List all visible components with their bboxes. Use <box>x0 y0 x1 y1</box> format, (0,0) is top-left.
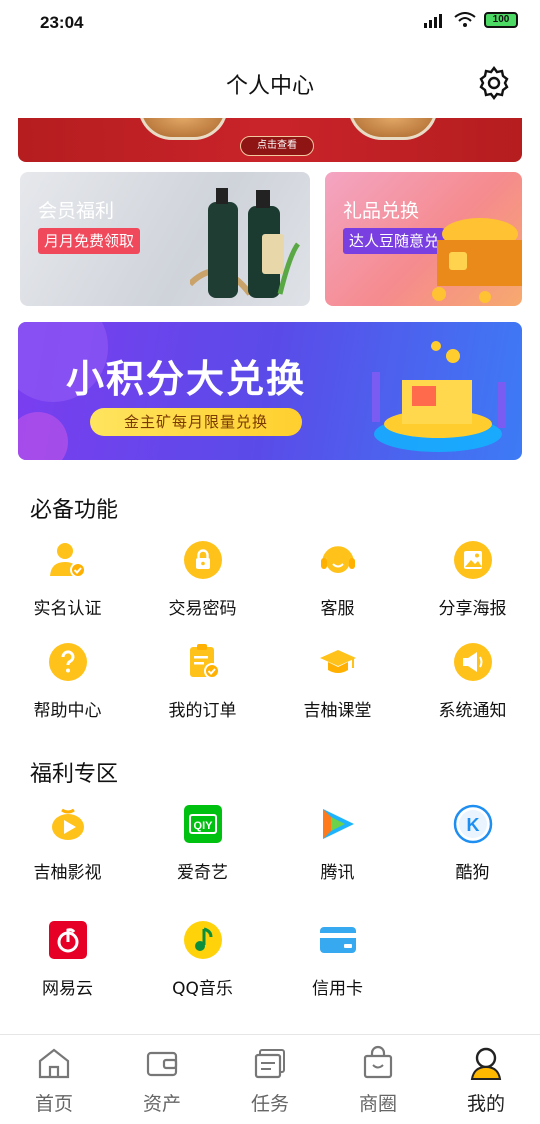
headset-icon <box>320 546 355 573</box>
battery-indicator: 100 <box>484 12 518 28</box>
kugou-icon: K <box>453 804 492 844</box>
welfare-label: 网易云 <box>42 979 93 999</box>
tab-assets[interactable]: 资产 <box>108 1045 216 1116</box>
welfare-label: QQ音乐 <box>172 979 233 999</box>
wifi-icon <box>454 12 476 27</box>
welfare-label: 信用卡 <box>312 979 363 999</box>
megaphone-icon <box>453 643 492 681</box>
tencent-video-icon <box>322 809 354 839</box>
feature-jiyou-class[interactable]: 吉柚课堂 <box>270 642 405 721</box>
feature-help-center[interactable]: 帮助中心 <box>0 642 135 721</box>
welfare-label: 腾讯 <box>320 863 355 883</box>
view-button[interactable]: 点击查看 <box>240 136 314 156</box>
feature-label: 实名认证 <box>33 599 102 619</box>
feature-system-notice[interactable]: 系统通知 <box>405 642 540 721</box>
page-title: 个人中心 <box>225 74 314 99</box>
status-bar: 23:04 100 <box>0 0 540 48</box>
graduation-cap-icon <box>319 650 356 673</box>
tasks-icon <box>254 1049 285 1079</box>
clipboard-icon <box>189 644 220 679</box>
nut-bowl-image <box>138 118 228 140</box>
treasure-chest-image <box>432 218 522 303</box>
feature-customer-service[interactable]: 客服 <box>270 540 405 619</box>
feature-label: 我的订单 <box>168 701 237 721</box>
svg-text:K: K <box>466 815 479 835</box>
tab-label: 商圈 <box>358 1093 397 1115</box>
gift-exchange-card[interactable]: 礼品兑换 达人豆随意兑 <box>325 172 522 306</box>
profile-icon <box>470 1047 502 1080</box>
shopping-bag-icon <box>363 1045 393 1079</box>
welfare-jiyou-video[interactable]: 吉柚影视 <box>0 804 135 883</box>
welfare-label: 爱奇艺 <box>177 863 228 883</box>
feature-label: 系统通知 <box>438 701 507 721</box>
feature-label: 分享海报 <box>438 599 507 619</box>
promo-subtitle-pill: 金主矿每月限量兑换 <box>90 408 302 436</box>
feature-label: 帮助中心 <box>33 701 102 721</box>
welfare-netease-music[interactable]: 网易云 <box>0 920 135 999</box>
decor-circle <box>18 412 68 460</box>
help-icon <box>48 643 87 681</box>
member-card-title: 会员福利 <box>38 200 115 222</box>
welfare-label: 酷狗 <box>455 863 490 883</box>
play-video-icon <box>51 808 84 840</box>
section-title-welfare: 福利专区 <box>30 762 119 787</box>
feature-share-poster[interactable]: 分享海报 <box>405 540 540 619</box>
feature-label: 客服 <box>320 599 355 619</box>
image-icon <box>453 541 492 579</box>
status-indicators: 100 <box>424 12 518 28</box>
shampoo-bottles-image <box>190 188 300 298</box>
settings-gear-icon[interactable] <box>476 65 512 101</box>
promo-title: 小积分大兑换 <box>66 357 307 401</box>
tab-label: 我的 <box>466 1093 505 1115</box>
welfare-credit-card[interactable]: 信用卡 <box>270 920 405 999</box>
tab-label: 资产 <box>142 1093 181 1115</box>
section-title-essentials: 必备功能 <box>30 498 119 523</box>
feature-trade-password[interactable]: 交易密码 <box>135 540 270 619</box>
iqiyi-icon: QIY <box>183 805 222 843</box>
status-time: 23:04 <box>40 13 84 32</box>
feature-my-orders[interactable]: 我的订单 <box>135 642 270 721</box>
welfare-tencent[interactable]: 腾讯 <box>270 804 405 883</box>
gift-card-title: 礼品兑换 <box>343 200 420 222</box>
lock-icon <box>183 541 222 579</box>
signal-icon <box>424 14 442 28</box>
tab-mine[interactable]: 我的 <box>432 1045 540 1116</box>
welfare-kugou[interactable]: K 酷狗 <box>405 804 540 883</box>
points-exchange-banner[interactable]: 小积分大兑换 金主矿每月限量兑换 <box>18 322 522 460</box>
tab-home[interactable]: 首页 <box>0 1045 108 1116</box>
tab-label: 任务 <box>250 1093 289 1115</box>
feature-label: 吉柚课堂 <box>303 701 372 721</box>
tab-label: 首页 <box>34 1093 73 1115</box>
promo-banner-top[interactable]: 点击查看 <box>18 118 522 162</box>
qq-music-icon <box>183 921 222 959</box>
bottom-tab-bar: 首页 资产 任务 商圈 我的 <box>0 1034 540 1124</box>
feature-real-name-auth[interactable]: 实名认证 <box>0 540 135 619</box>
nut-bowl-image <box>348 118 438 140</box>
svg-text:QIY: QIY <box>193 820 213 832</box>
tab-tasks[interactable]: 任务 <box>216 1045 324 1116</box>
credit-card-icon <box>319 927 356 953</box>
wallet-icon <box>146 1051 178 1077</box>
header: 个人中心 <box>0 56 540 108</box>
tab-business-circle[interactable]: 商圈 <box>324 1045 432 1116</box>
welfare-qq-music[interactable]: QQ音乐 <box>135 920 270 999</box>
member-card-subtitle: 月月免费领取 <box>38 228 141 254</box>
welfare-iqiyi[interactable]: QIY 爱奇艺 <box>135 804 270 883</box>
member-benefits-card[interactable]: 会员福利 月月免费领取 <box>20 172 310 306</box>
feature-label: 交易密码 <box>168 599 237 619</box>
home-icon <box>38 1048 70 1079</box>
welfare-label: 吉柚影视 <box>33 863 102 883</box>
user-verified-icon <box>49 543 86 578</box>
treasure-platform-image <box>372 341 506 452</box>
netease-music-icon <box>48 921 87 959</box>
